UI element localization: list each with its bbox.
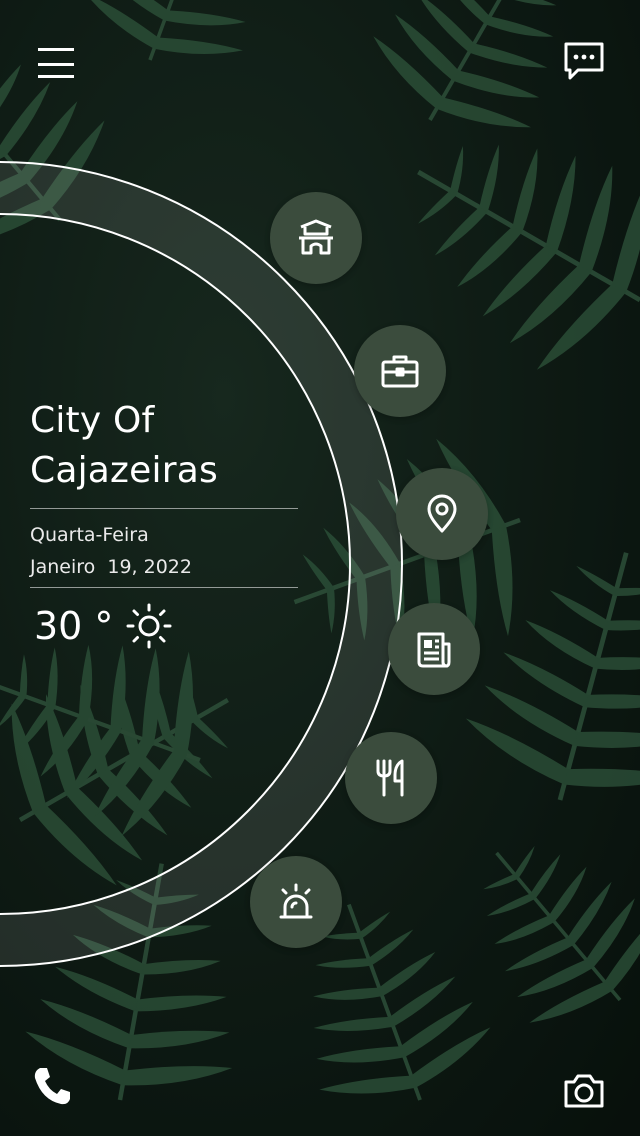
chat-icon [564,42,604,80]
location-button[interactable] [396,468,488,560]
news-button[interactable] [388,603,480,695]
camera-button[interactable] [560,1066,608,1114]
fork-knife-icon [376,759,404,797]
sun-icon [126,603,172,649]
weather-row: 30 ° [30,602,300,650]
location-pin-icon [427,494,457,533]
hamburger-menu-icon [38,48,74,78]
temple-icon [299,219,333,255]
phone-button[interactable] [28,1062,76,1110]
divider [30,587,298,588]
city-info-panel: City Of Cajazeiras Quarta-Feira Janeiro … [30,396,300,650]
weekday-text: Quarta-Feira [30,524,149,546]
emergency-button[interactable] [250,856,342,948]
chat-button[interactable] [560,36,608,84]
temperature-text: 30 ° [34,604,114,648]
divider [30,508,298,509]
tourism-button[interactable] [270,192,362,284]
camera-icon [564,1074,604,1108]
alarm-siren-icon [279,883,313,919]
phone-icon [34,1068,70,1105]
jobs-button[interactable] [354,325,446,417]
briefcase-icon [381,355,419,388]
date-text: Janeiro 19, 2022 [30,556,192,578]
menu-button[interactable] [32,36,80,84]
newspaper-icon [417,632,451,668]
city-name-line1: City Of [30,400,155,441]
restaurants-button[interactable] [345,732,437,824]
city-name-line2: Cajazeiras [30,450,218,491]
